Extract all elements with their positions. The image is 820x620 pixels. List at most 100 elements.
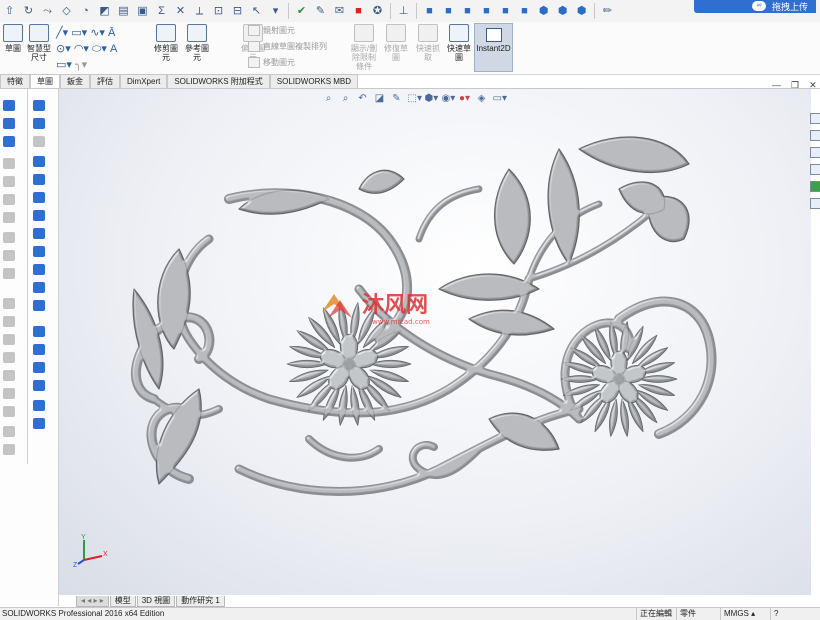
- sketch-tool-icon[interactable]: [33, 344, 45, 355]
- appearances-icon[interactable]: [810, 181, 820, 192]
- sketch-tool-icon[interactable]: [33, 400, 45, 411]
- view-right-icon[interactable]: ■: [480, 4, 494, 18]
- smart-dimension-button[interactable]: 智慧型尺寸: [26, 24, 52, 62]
- custom-props-icon[interactable]: [810, 198, 820, 209]
- mass-icon[interactable]: ⊡: [212, 4, 226, 18]
- tab-addins[interactable]: SOLIDWORKS 附加程式: [167, 74, 270, 88]
- linear-pattern-button[interactable]: 直線草圖複製排列: [248, 41, 327, 52]
- dynamic-annotation-icon[interactable]: ✎: [391, 93, 403, 105]
- convert-entities-button[interactable]: 參考圖元: [183, 24, 211, 62]
- loft-icon[interactable]: ◇: [60, 4, 74, 18]
- mirror-entities-button[interactable]: 鏡射圖元: [248, 25, 295, 36]
- view-back-icon[interactable]: ■: [442, 4, 456, 18]
- sketch-tool-icon[interactable]: [33, 156, 45, 167]
- display-relations-button[interactable]: 顯示/刪除限制條件: [350, 24, 378, 71]
- sketch-tool-icon[interactable]: [33, 264, 45, 275]
- feature-tool-icon[interactable]: [3, 388, 15, 399]
- rebuild-icon[interactable]: ✔: [295, 4, 309, 18]
- sketch-button[interactable]: 草圖: [2, 24, 24, 53]
- dropdown-icon[interactable]: ▾: [269, 4, 283, 18]
- view-top-icon[interactable]: ■: [499, 4, 513, 18]
- sketch-tool-icon[interactable]: [33, 136, 45, 147]
- tab-dimxpert[interactable]: DimXpert: [120, 74, 168, 88]
- minimize-icon[interactable]: —: [772, 80, 781, 91]
- trim-entities-button[interactable]: 修剪圖元: [152, 24, 180, 62]
- feature-tool-icon[interactable]: [3, 232, 15, 243]
- feature-tool-icon[interactable]: [3, 426, 15, 437]
- sketch-tool-icon[interactable]: [33, 210, 45, 221]
- fillet-sketch-icon[interactable]: ╮▾: [75, 59, 87, 71]
- feature-tool-icon[interactable]: [3, 406, 15, 417]
- view-trimetric-icon[interactable]: ⬢: [575, 4, 589, 18]
- arc-icon[interactable]: ◠▾: [74, 43, 89, 55]
- feature-tool-icon[interactable]: [3, 298, 15, 309]
- feature-tool-icon[interactable]: [3, 268, 15, 279]
- view-settings-icon[interactable]: ▭▾: [493, 93, 507, 105]
- feature-tool-icon[interactable]: [3, 316, 15, 327]
- feature-tool-icon[interactable]: [3, 212, 15, 223]
- design-library-icon[interactable]: [810, 147, 820, 158]
- shell-icon[interactable]: ▣: [136, 4, 150, 18]
- pencil-icon[interactable]: ✏: [601, 4, 615, 18]
- star-icon[interactable]: ✪: [371, 4, 385, 18]
- tab-motion-study[interactable]: 動作研究 1: [176, 596, 225, 607]
- view-dimetric-icon[interactable]: ⬢: [556, 4, 570, 18]
- circle-icon[interactable]: ⊙▾: [56, 43, 71, 55]
- status-units[interactable]: MMGS ▴: [720, 608, 764, 620]
- file-explorer-icon[interactable]: [810, 164, 820, 175]
- sketch-tool-icon[interactable]: [33, 362, 45, 373]
- section-view-icon[interactable]: ◪: [374, 93, 386, 105]
- options-icon[interactable]: ✎: [314, 4, 328, 18]
- sketch-tool-icon[interactable]: [33, 246, 45, 257]
- status-help-icon[interactable]: ?: [770, 608, 788, 620]
- feature-tool-icon[interactable]: [3, 136, 15, 147]
- feature-tool-icon[interactable]: [3, 100, 15, 111]
- display-style-icon[interactable]: ⬢▾: [425, 93, 439, 105]
- sketch-tool-icon[interactable]: [33, 174, 45, 185]
- tab-3d-views[interactable]: 3D 視圖: [136, 596, 176, 607]
- file-props-icon[interactable]: ✉: [333, 4, 347, 18]
- sketch-tool-icon[interactable]: [33, 326, 45, 337]
- tools-icon[interactable]: ✕: [174, 4, 188, 18]
- view-bottom-icon[interactable]: ■: [518, 4, 532, 18]
- fillet-icon[interactable]: ◔: [79, 4, 93, 18]
- hide-show-icon[interactable]: ◉▾: [442, 93, 456, 105]
- zoom-area-icon[interactable]: ⌕: [340, 93, 352, 105]
- sketch-tool-icon[interactable]: [33, 192, 45, 203]
- tab-sketch[interactable]: 草圖: [30, 74, 60, 88]
- feature-tool-icon[interactable]: [3, 118, 15, 129]
- revolve-icon[interactable]: ↻: [22, 4, 36, 18]
- view-iso-icon[interactable]: ⬢: [537, 4, 551, 18]
- repair-sketch-button[interactable]: 修復草圖: [382, 24, 410, 62]
- chamfer-icon[interactable]: ◩: [98, 4, 112, 18]
- sketch-tool-icon[interactable]: [33, 418, 45, 429]
- text-icon[interactable]: Ā: [108, 27, 115, 39]
- section-icon[interactable]: ⊟: [231, 4, 245, 18]
- zoom-to-fit-icon[interactable]: ⌕: [323, 93, 335, 105]
- close-icon[interactable]: ✕: [809, 80, 817, 91]
- previous-view-icon[interactable]: ↶: [357, 93, 369, 105]
- move-entities-button[interactable]: 移動圖元: [248, 57, 295, 68]
- slot-icon[interactable]: ▭▾: [56, 59, 72, 71]
- view-orientation-icon[interactable]: ⬚▾: [408, 93, 422, 105]
- feature-tool-icon[interactable]: [3, 250, 15, 261]
- feature-tool-icon[interactable]: [3, 334, 15, 345]
- view-left-icon[interactable]: ■: [461, 4, 475, 18]
- point-icon[interactable]: A: [110, 43, 117, 55]
- normal-to-icon[interactable]: ⊥: [397, 4, 411, 18]
- home-icon[interactable]: [810, 113, 820, 124]
- feature-tool-icon[interactable]: [3, 194, 15, 205]
- tab-features[interactable]: 特徵: [0, 74, 30, 88]
- sketch-tool-icon[interactable]: [33, 100, 45, 111]
- scene-icon[interactable]: ◈: [476, 93, 488, 105]
- feature-tool-icon[interactable]: [3, 158, 15, 169]
- tab-nav-arrows[interactable]: ◂ ◂ ▸ ▸: [76, 596, 109, 607]
- rectangle-icon[interactable]: ▭▾: [71, 27, 87, 39]
- feature-tool-icon[interactable]: [3, 176, 15, 187]
- view-front-icon[interactable]: ■: [423, 4, 437, 18]
- spline-icon[interactable]: ∿▾: [90, 27, 105, 39]
- line-icon[interactable]: ╱▾: [56, 27, 68, 39]
- sum-icon[interactable]: Σ: [155, 4, 169, 18]
- sketch-tool-icon[interactable]: [33, 380, 45, 391]
- restore-icon[interactable]: ❐: [791, 80, 799, 91]
